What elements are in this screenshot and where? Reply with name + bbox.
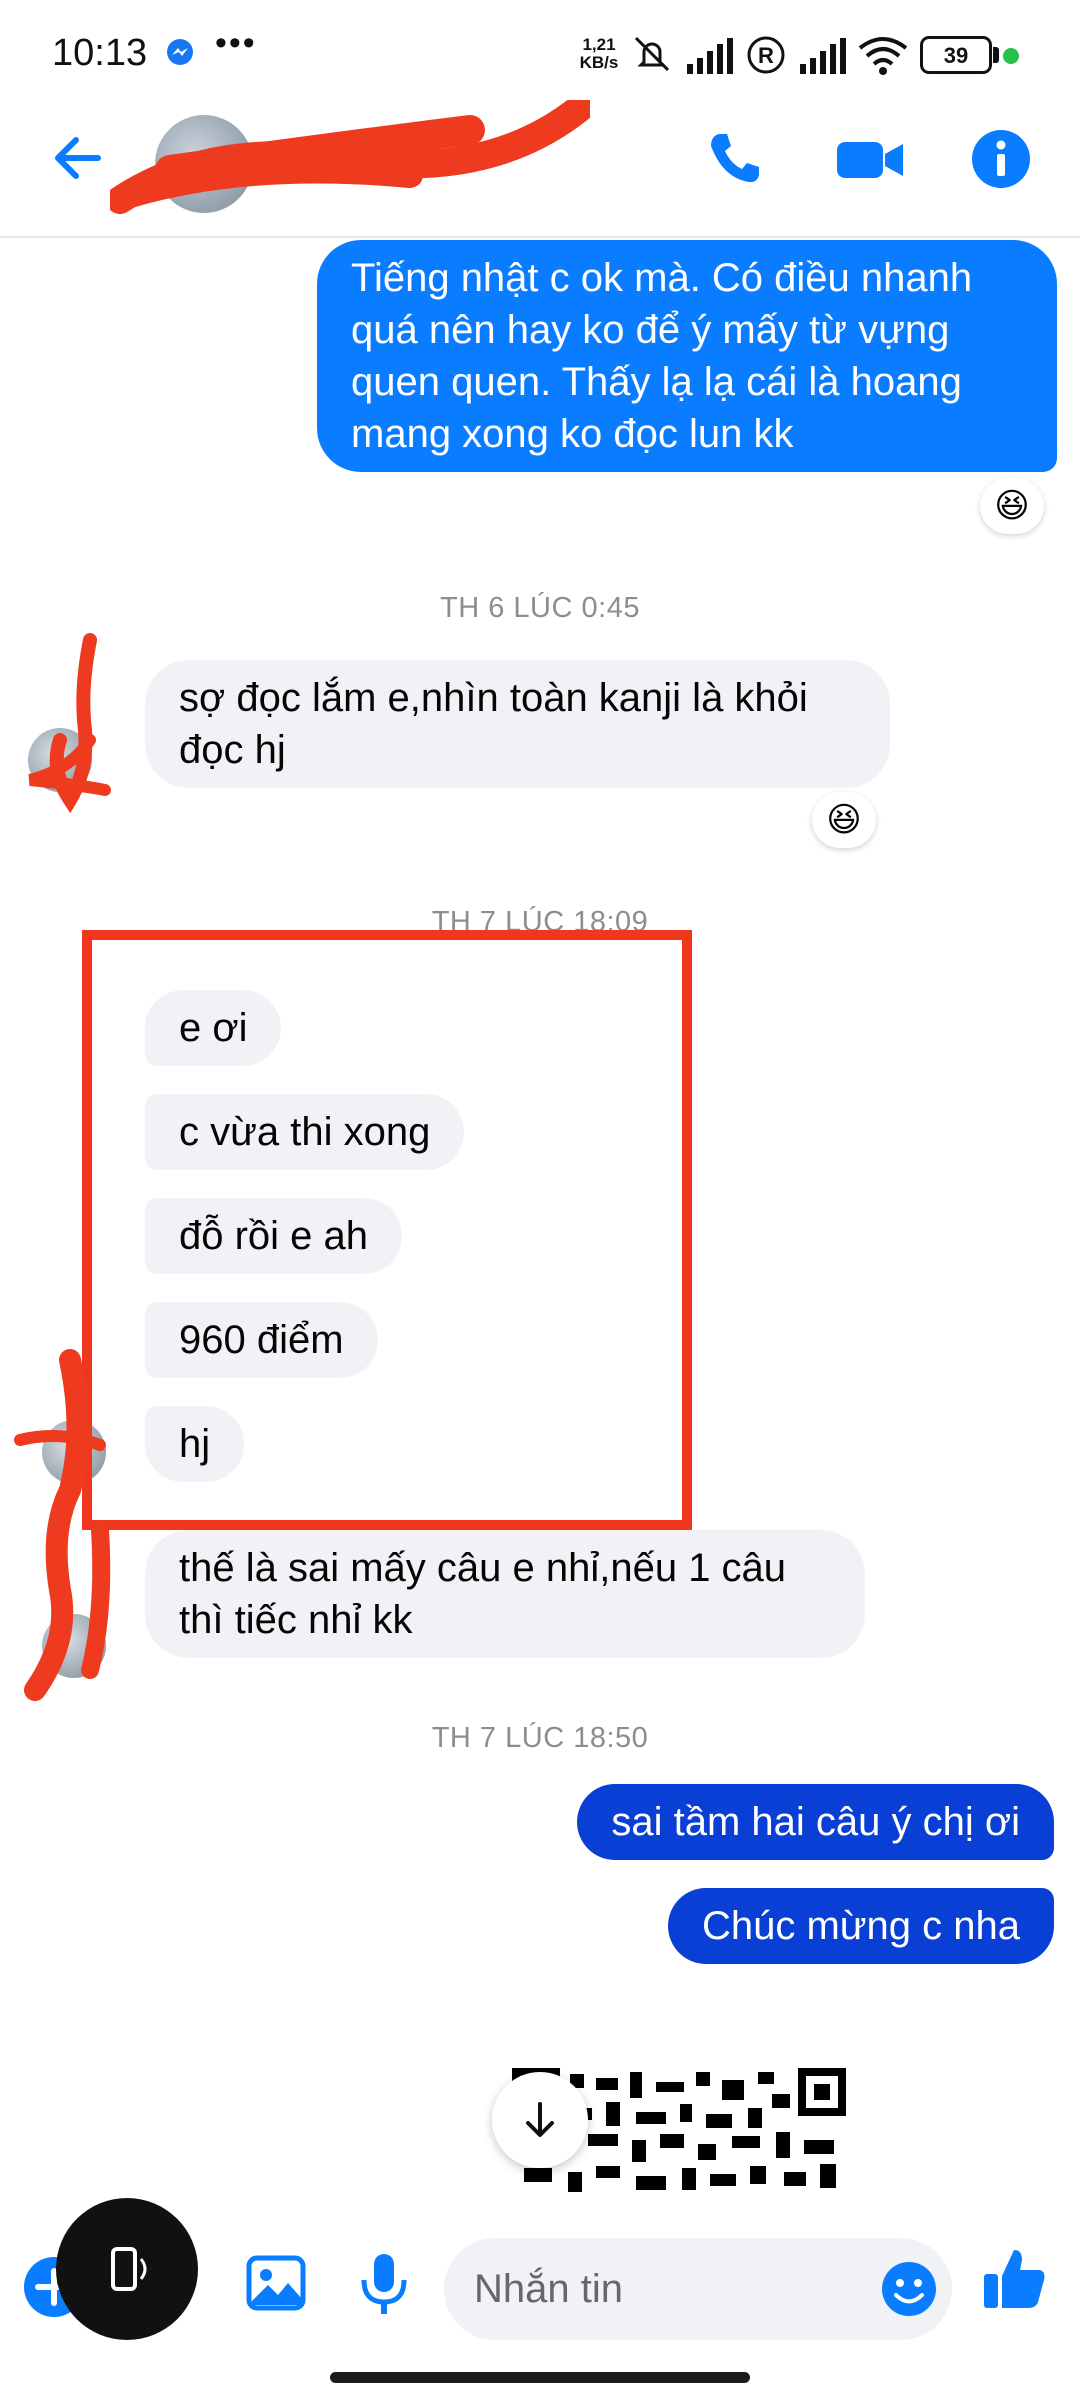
signal-icon-2 <box>798 38 846 74</box>
laughing-emoji-icon: 😆 <box>826 801 862 839</box>
home-indicator <box>330 2372 750 2383</box>
received-message[interactable]: sợ đọc lắm e,nhìn toàn kanji là khỏi đọc… <box>145 660 890 788</box>
svg-text:R: R <box>758 43 774 68</box>
audio-call-button[interactable] <box>705 128 765 188</box>
messenger-notification-icon <box>166 38 194 66</box>
emoji-button[interactable] <box>880 2260 938 2318</box>
battery-level: 39 <box>943 43 969 68</box>
message-reaction[interactable]: 😆 <box>980 478 1044 534</box>
roaming-icon: R <box>746 35 786 75</box>
scroll-to-bottom-button[interactable] <box>492 2072 588 2168</box>
message-reaction[interactable]: 😆 <box>812 792 876 848</box>
floating-screen-rotate-button[interactable] <box>56 2198 198 2340</box>
more-notifications-indicator: ••• <box>215 24 257 62</box>
battery-tip <box>993 47 999 63</box>
status-bar <box>0 0 1080 110</box>
sent-message[interactable]: Tiếng nhật c ok mà. Có điều nhanh quá nê… <box>317 240 1057 472</box>
network-speed-unit: KB/s <box>579 53 619 72</box>
message-input[interactable] <box>444 2238 952 2340</box>
network-speed: 1,21 KB/s <box>575 36 623 72</box>
info-icon <box>972 130 1030 188</box>
arrow-down-icon <box>526 2102 554 2137</box>
rotate-screen-icon <box>111 2247 147 2291</box>
like-button[interactable] <box>982 2246 1048 2312</box>
battery-icon: 39 <box>920 36 992 74</box>
phone-icon <box>711 134 759 183</box>
sent-message[interactable]: Chúc mừng c nha <box>667 1888 1054 1964</box>
message-timestamp: TH 7 LÚC 18:50 <box>431 1722 649 1754</box>
mute-icon <box>630 32 674 76</box>
laughing-emoji-icon: 😆 <box>994 487 1030 525</box>
sent-message[interactable]: sai tầm hai câu ý chị ơi <box>577 1784 1054 1860</box>
contact-name-redaction <box>106 94 594 220</box>
received-message[interactable]: thế là sai mấy câu e nhỉ,nếu 1 câu thì t… <box>145 1530 865 1658</box>
image-icon <box>246 2255 306 2311</box>
signal-icon-1 <box>685 38 733 74</box>
microphone-icon <box>361 2254 407 2314</box>
smiley-icon <box>882 2262 936 2316</box>
avatar-scribble-redaction <box>10 630 120 1710</box>
highlight-annotation-box <box>82 930 692 1530</box>
back-button[interactable] <box>48 128 108 188</box>
video-call-button[interactable] <box>835 130 905 190</box>
wifi-icon <box>858 36 908 76</box>
active-indicator-dot <box>1003 48 1019 64</box>
back-arrow-icon <box>55 137 101 179</box>
thumbs-up-icon <box>984 2250 1045 2308</box>
info-button[interactable] <box>970 128 1032 190</box>
status-time: 10:13 <box>52 32 148 74</box>
voice-message-button[interactable] <box>358 2252 410 2316</box>
video-camera-icon <box>837 142 903 178</box>
gallery-button[interactable] <box>246 2255 306 2311</box>
message-timestamp: TH 6 LÚC 0:45 <box>440 592 640 624</box>
network-speed-value: 1,21 <box>582 35 616 54</box>
